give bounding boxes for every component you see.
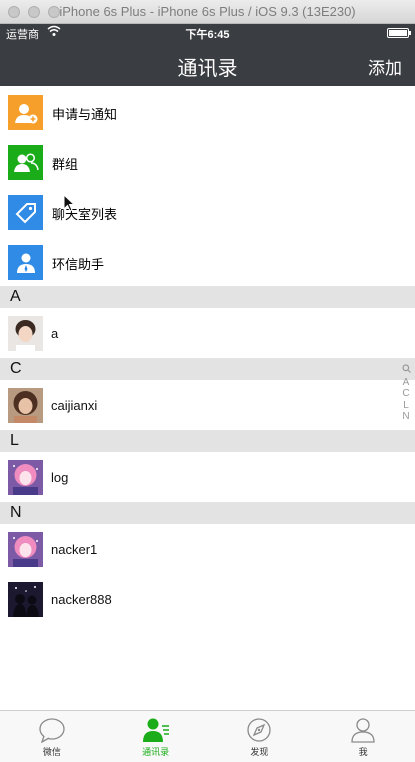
- mouse-cursor-icon: [63, 193, 76, 217]
- function-row-requests[interactable]: 申请与通知: [0, 86, 415, 136]
- status-bar: 运营商 下午6:45: [0, 24, 415, 41]
- contact-row[interactable]: caijianxi: [0, 380, 415, 430]
- contact-row[interactable]: a: [0, 308, 415, 358]
- index-letter[interactable]: A: [403, 377, 410, 389]
- contact-name: log: [51, 470, 69, 485]
- contacts-list[interactable]: 申请与通知 群组 聊天室列表 环信助手 A a C caijianxi L lo…: [0, 86, 415, 710]
- tab-label: 我: [358, 747, 368, 757]
- tab-label: 通讯录: [142, 747, 170, 757]
- contact-name: caijianxi: [51, 398, 98, 413]
- function-label: 群组: [52, 157, 79, 172]
- phone-screen: 运营商 下午6:45 通讯录 添加 申请与通知 群组 聊天室列表 环信助手 A …: [0, 24, 415, 762]
- avatar: [8, 388, 43, 423]
- section-header-c: C: [0, 358, 415, 380]
- tag-icon: [8, 195, 43, 230]
- contact-name: a: [51, 326, 59, 341]
- tab-discover[interactable]: 发现: [208, 711, 312, 762]
- section-header-n: N: [0, 502, 415, 524]
- tab-bar: 微信 通讯录 发现 我: [0, 710, 415, 762]
- function-label: 环信助手: [52, 257, 105, 272]
- index-letter[interactable]: N: [402, 411, 409, 423]
- simulator-titlebar: iPhone 6s Plus - iPhone 6s Plus / iOS 9.…: [0, 0, 415, 24]
- contact-row[interactable]: log: [0, 452, 415, 502]
- avatar: [8, 582, 43, 617]
- profile-icon: [351, 718, 375, 743]
- function-label: 申请与通知: [52, 107, 118, 122]
- avatar: [8, 460, 43, 495]
- function-label: 聊天室列表: [52, 207, 118, 222]
- section-index-bar[interactable]: A C L N: [401, 364, 411, 423]
- contact-name: nacker888: [51, 592, 112, 607]
- section-header-l: L: [0, 430, 415, 452]
- tab-me[interactable]: 我: [311, 711, 415, 762]
- simulator-title: iPhone 6s Plus - iPhone 6s Plus / iOS 9.…: [59, 4, 356, 19]
- avatar: [8, 532, 43, 567]
- contacts-icon: [142, 718, 169, 742]
- contact-row[interactable]: nacker1: [0, 524, 415, 574]
- function-row-assistant[interactable]: 环信助手: [0, 236, 415, 286]
- contact-name: nacker1: [51, 542, 98, 557]
- page-title: 通讯录: [177, 58, 238, 80]
- index-letter[interactable]: L: [403, 400, 409, 412]
- tab-chats[interactable]: 微信: [0, 711, 104, 762]
- index-letter[interactable]: C: [402, 388, 409, 400]
- search-icon[interactable]: [401, 364, 411, 377]
- function-row-groups[interactable]: 群组: [0, 136, 415, 186]
- battery-icon: [387, 28, 411, 38]
- status-time: 下午6:45: [185, 29, 230, 41]
- chat-bubble-icon: [39, 718, 65, 743]
- tab-label: 发现: [250, 747, 269, 757]
- tab-contacts[interactable]: 通讯录: [104, 711, 208, 762]
- avatar: [8, 316, 43, 351]
- compass-icon: [247, 718, 272, 742]
- contact-row[interactable]: nacker888: [0, 574, 415, 624]
- person-icon: [8, 245, 43, 280]
- add-button[interactable]: 添加: [368, 54, 402, 79]
- navigation-bar: 通讯录 添加: [0, 41, 415, 86]
- section-header-a: A: [0, 286, 415, 308]
- add-person-icon: [8, 95, 43, 130]
- group-icon: [8, 145, 43, 180]
- tab-label: 微信: [42, 747, 61, 757]
